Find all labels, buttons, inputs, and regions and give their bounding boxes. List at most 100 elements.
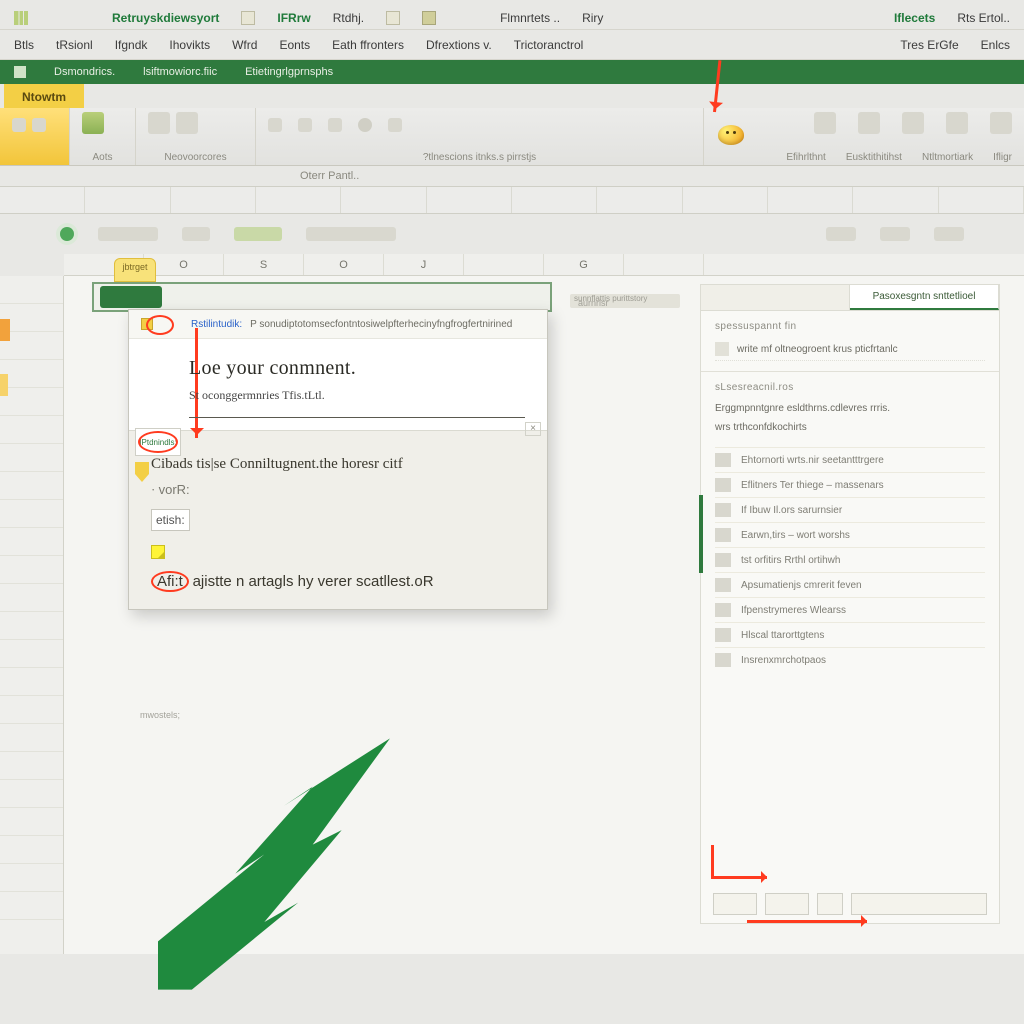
- comment-text: Afi:t ajistte n artagls hy verer scatlle…: [151, 571, 525, 594]
- task-pane-item[interactable]: tst orfitirs Rrthl ortihwh: [715, 547, 985, 572]
- task-pane-footer-button[interactable]: [817, 893, 843, 915]
- task-pane-item[interactable]: If Ibuw Il.ors sarurnsier: [715, 497, 985, 522]
- menu-item[interactable]: Btls: [14, 38, 34, 52]
- task-pane-item[interactable]: Ehtornorti wrts.nir seetantttrgere: [715, 447, 985, 472]
- ribbon-icon[interactable]: [148, 112, 170, 134]
- comment-header-text: P sonudiptotomsecfontntosiwelpfterheciny…: [250, 319, 512, 330]
- ribbon-icon[interactable]: [176, 112, 198, 134]
- sticky-note-icon: [151, 545, 165, 559]
- menu-item[interactable]: Rtdhj.: [333, 11, 364, 25]
- column-header[interactable]: [464, 254, 544, 275]
- ribbon-group: Aots: [70, 108, 136, 165]
- column-header[interactable]: O: [144, 254, 224, 275]
- menu-row-2: Btls tRsionl Ifgndk Ihovikts Wfrd Eonts …: [0, 30, 1024, 60]
- task-pane-footer-button[interactable]: [851, 893, 987, 915]
- ribbon-icon[interactable]: [946, 112, 968, 134]
- placeholder-icon: [98, 227, 158, 241]
- column-header[interactable]: [624, 254, 704, 275]
- formula-bar: Oterr Pantl..: [0, 166, 1024, 186]
- task-pane-tab[interactable]: [701, 285, 850, 310]
- titlebar-item[interactable]: Dsmondrics.: [54, 66, 115, 78]
- menu-item[interactable]: Ihovikts: [169, 38, 210, 52]
- ribbon-icon[interactable]: [12, 118, 26, 132]
- ribbon-icon[interactable]: [268, 118, 282, 132]
- task-pane-item[interactable]: Hlscal ttarorttgtens: [715, 622, 985, 647]
- column-headers[interactable]: O S O J G: [64, 254, 1024, 276]
- menu-item[interactable]: Enlcs: [981, 38, 1010, 52]
- ribbon-icon[interactable]: [32, 118, 46, 132]
- annotation-circle-icon: [146, 315, 174, 335]
- ribbon-icon[interactable]: [298, 118, 312, 132]
- active-cell-tab[interactable]: jbtrget: [114, 258, 156, 282]
- spreadsheet-workspace: O S O J G jbtrget sunnflattis purittstor…: [0, 254, 1024, 954]
- task-pane-item[interactable]: Ifpenstrymeres Wlearss: [715, 597, 985, 622]
- column-header[interactable]: G: [544, 254, 624, 275]
- smiley-icon: [718, 125, 744, 145]
- row-headers[interactable]: [0, 276, 64, 954]
- menu-item[interactable]: Flmnrtets ..: [500, 11, 560, 25]
- item-icon: [715, 653, 731, 667]
- titlebar-item[interactable]: Etietingrlgprnsphs: [245, 66, 333, 78]
- comment-popup[interactable]: Rstilintudik: P sonudiptotomsecfontntosi…: [128, 309, 548, 610]
- annotation-arrow-large: [100, 734, 390, 994]
- task-pane-item[interactable]: Earwn,tirs – wort worshs: [715, 522, 985, 547]
- flag-icon[interactable]: [135, 462, 149, 482]
- ribbon-tab-active[interactable]: Ntowtm: [4, 84, 84, 108]
- faint-label: mwostels;: [140, 710, 180, 720]
- titlebar-item[interactable]: lsiftmowiorc.fiic: [143, 66, 217, 78]
- ribbon-group-active: [0, 108, 70, 165]
- menu-item[interactable]: Riry: [582, 11, 603, 25]
- task-pane-footer-button[interactable]: [765, 893, 809, 915]
- comment-subtitle: St oconggermnries Tfis.tLtl.: [189, 388, 525, 403]
- task-pane-tab-active[interactable]: Pasoxesgntn snttetlioel: [850, 285, 999, 310]
- column-header[interactable]: J: [384, 254, 464, 275]
- selection-box[interactable]: [92, 282, 552, 312]
- item-icon: [715, 453, 731, 467]
- item-icon: [715, 603, 731, 617]
- search-icon[interactable]: [358, 118, 372, 132]
- menu-item[interactable]: Eonts: [279, 38, 310, 52]
- menu-item[interactable]: Eath ffronters: [332, 38, 404, 52]
- ribbon-icon[interactable]: [814, 112, 836, 134]
- ribbon-icon[interactable]: [388, 118, 402, 132]
- faint-label: aurnrisr: [578, 298, 609, 308]
- task-pane-item[interactable]: Insrenxmrchotpaos: [715, 647, 985, 672]
- chart-icon[interactable]: [82, 112, 104, 134]
- row-highlight-icon: [0, 374, 8, 396]
- comment-header-link[interactable]: Rstilintudik:: [191, 319, 242, 330]
- ribbon-icon[interactable]: [902, 112, 924, 134]
- menu-item[interactable]: IFRrw: [277, 11, 310, 25]
- comment-badge[interactable]: IPtdnindls:: [135, 428, 181, 456]
- task-pane-row[interactable]: write mf oltneogroent krus pticfrtanlc: [715, 338, 985, 361]
- toolbar-strip: [0, 186, 1024, 214]
- task-pane-footer-button[interactable]: [713, 893, 757, 915]
- selected-content-icon: [100, 286, 162, 308]
- task-pane-item[interactable]: Eflitners Ter thiege – massenars: [715, 472, 985, 497]
- placeholder-icon: [826, 227, 856, 241]
- row-highlight-icon: [0, 319, 10, 341]
- ribbon-icon[interactable]: [858, 112, 880, 134]
- placeholder-icon: [306, 227, 396, 241]
- accent-bar-icon: [699, 495, 703, 573]
- menu-row-1: Retruyskdiewsyort IFRrw Rtdhj. Flmnrtets…: [0, 0, 1024, 30]
- ribbon-icon[interactable]: [328, 118, 342, 132]
- column-header[interactable]: O: [304, 254, 384, 275]
- comment-note-line: [151, 541, 525, 561]
- menu-item[interactable]: Rts Ertol..: [957, 11, 1010, 25]
- menu-item[interactable]: Iflecets: [894, 11, 935, 25]
- task-pane-item[interactable]: Apsumatienjs cmrerit feven: [715, 572, 985, 597]
- annotation-underline: [747, 920, 867, 923]
- menu-item[interactable]: Tres ErGfe: [900, 38, 958, 52]
- column-header[interactable]: S: [224, 254, 304, 275]
- menu-item[interactable]: Wfrd: [232, 38, 257, 52]
- menu-item[interactable]: Retruyskdiewsyort: [112, 11, 219, 25]
- status-indicator-icon: [60, 227, 74, 241]
- menu-item[interactable]: Ifgndk: [115, 38, 148, 52]
- menu-item[interactable]: Trictoranctrol: [514, 38, 584, 52]
- task-pane-desc: Erggmpnntgnre esldthrns.cdlevres rrris.: [715, 399, 985, 418]
- menu-item[interactable]: tRsionl: [56, 38, 93, 52]
- menu-item[interactable]: Dfrextions v.: [426, 38, 492, 52]
- ribbon-icon[interactable]: [990, 112, 1012, 134]
- comment-bullet: · vorR:: [151, 480, 525, 500]
- item-icon: [715, 578, 731, 592]
